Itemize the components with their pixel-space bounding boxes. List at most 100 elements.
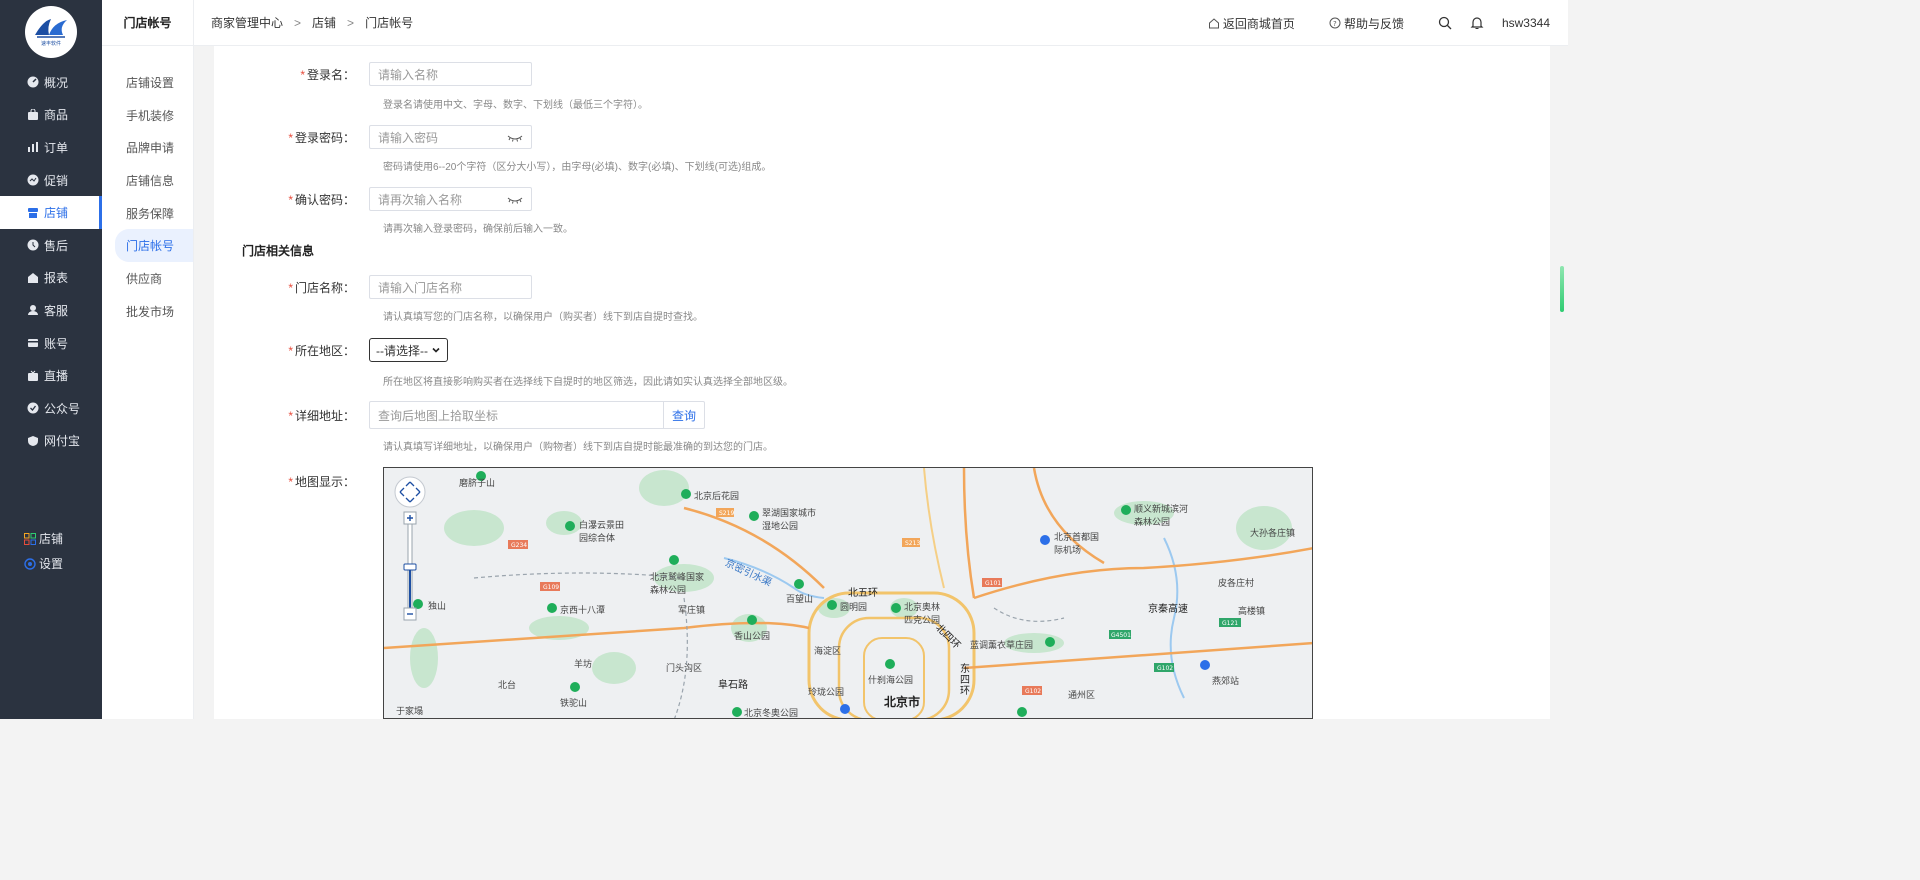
password-hint: 密码请使用6--20个字符（区分大小写），由字母(必填)、数字(必填)、下划线(… xyxy=(383,162,772,173)
nav-item-label: 报表 xyxy=(44,271,69,286)
nav-item-goods[interactable]: 商品 xyxy=(0,99,102,132)
map-label: 阜石路 xyxy=(718,680,748,691)
nav-item-report[interactable]: 报表 xyxy=(0,262,102,295)
nav-item-label: 账号 xyxy=(44,336,69,351)
address-label-text: 详细地址： xyxy=(294,408,355,423)
required-mark: * xyxy=(288,343,293,358)
subnav-item-service-guarantee[interactable]: 服务保障 xyxy=(102,197,193,230)
section-title-store-info: 门店相关信息 xyxy=(242,244,315,258)
nav-item-after-sales[interactable]: 售后 xyxy=(0,229,102,262)
store-name-input[interactable]: 请输入门店名称 xyxy=(369,275,532,299)
map-label: 北台 xyxy=(498,680,517,690)
nav-item-overview[interactable]: 概况 xyxy=(0,66,102,99)
map-zoom-control xyxy=(394,476,426,626)
address-field-group: 查询后地图上拾取坐标 查询 xyxy=(369,401,705,429)
nav-item-label: 网付宝 xyxy=(44,434,81,449)
region-row: * 所在地区： --请选择-- xyxy=(214,338,448,362)
bell-icon[interactable] xyxy=(1470,16,1484,30)
region-select[interactable]: --请选择-- xyxy=(369,338,448,362)
map-label: 东四环 xyxy=(960,664,970,697)
confirm-password-placeholder: 请再次输入名称 xyxy=(378,192,463,207)
confirm-password-input[interactable]: 请再次输入名称 xyxy=(369,187,532,211)
map-label: 百望山 xyxy=(786,594,814,604)
map-label: 北京鹫峰国家森林公园 xyxy=(650,572,705,595)
nav-item-store[interactable]: 店铺 xyxy=(0,196,102,229)
bottom-nav: 店铺 设置 xyxy=(0,526,102,576)
map-label: 羊坊 xyxy=(574,659,593,669)
map-label: 于家塌 xyxy=(396,706,424,716)
user-name[interactable]: hsw3344 xyxy=(1502,16,1550,30)
map-label: 白瀑云景田园综合体 xyxy=(579,520,625,543)
required-mark: * xyxy=(288,280,293,295)
logo-mark-icon xyxy=(35,19,67,38)
breadcrumb-separator: > xyxy=(347,15,355,30)
nav-item-label: 促销 xyxy=(44,173,69,188)
subnav-item-store-settings[interactable]: 店铺设置 xyxy=(102,66,193,99)
top-actions: 返回商城首页 ? 帮助与反馈 hsw3344 xyxy=(1208,0,1568,46)
nav-item-orders[interactable]: 订单 xyxy=(0,131,102,164)
main-nav: 概况 商品 订单 促销 店铺 售后 报表 客服 账号 直播 公众号 网付宝 xyxy=(0,66,102,457)
nav-item-label: 客服 xyxy=(44,303,69,318)
address-input[interactable]: 查询后地图上拾取坐标 xyxy=(370,402,663,428)
nav-item-customer-service[interactable]: 客服 xyxy=(0,294,102,327)
brand-logo[interactable]: 速丰软件 xyxy=(25,6,77,58)
eye-closed-icon[interactable] xyxy=(507,133,523,143)
breadcrumb-item[interactable]: 店铺 xyxy=(312,14,336,31)
support-icon xyxy=(27,304,39,316)
home-icon xyxy=(1208,17,1220,29)
map-label: 香山公园 xyxy=(734,631,771,641)
svg-text:G109: G109 xyxy=(543,584,559,591)
subnav-title: 门店帐号 xyxy=(102,0,193,46)
map-label: 门头沟区 xyxy=(666,663,703,673)
password-input[interactable]: 请输入密码 xyxy=(369,125,532,149)
nav-item-live[interactable]: 直播 xyxy=(0,359,102,392)
region-hint: 所在地区将直接影响购买者在选择线下自提时的地区筛选，因此请如实认真选择全部地区级… xyxy=(383,377,793,388)
map-label: 通州区 xyxy=(1068,690,1096,700)
subnav-item-mobile-decor[interactable]: 手机装修 xyxy=(102,99,193,132)
subnav-item-wholesale-market[interactable]: 批发市场 xyxy=(102,295,193,328)
subnav-item-supplier[interactable]: 供应商 xyxy=(102,262,193,295)
address-hint: 请认真填写详细地址，以确保用户（购物者）线下到店自提时能最准确的到达您的门店。 xyxy=(383,442,773,453)
scroll-indicator[interactable] xyxy=(1560,266,1564,312)
subnav-item-store-account[interactable]: 门店帐号 xyxy=(115,229,193,263)
nav-item-promotion[interactable]: 促销 xyxy=(0,164,102,197)
address-row: * 详细地址： 查询后地图上拾取坐标 查询 xyxy=(214,401,705,429)
svg-text:G101: G101 xyxy=(985,580,1001,587)
nav-item-official-account[interactable]: 公众号 xyxy=(0,392,102,425)
bottom-item-store[interactable]: 店铺 xyxy=(0,526,102,551)
search-icon[interactable] xyxy=(1438,16,1452,30)
nav-item-account[interactable]: 账号 xyxy=(0,327,102,360)
map-label: 北五环 xyxy=(848,588,878,599)
bottom-item-label: 设置 xyxy=(39,557,64,571)
password-placeholder: 请输入密码 xyxy=(378,130,439,145)
confirm-password-hint: 请再次输入登录密码，确保前后输入一致。 xyxy=(383,224,573,235)
eye-closed-icon[interactable] xyxy=(507,195,523,205)
live-icon xyxy=(27,370,39,382)
nav-item-label: 公众号 xyxy=(44,401,81,416)
shield-check-icon xyxy=(27,402,39,414)
map-label: 高楼镇 xyxy=(1238,606,1266,616)
svg-text:S219: S219 xyxy=(719,510,734,517)
subnav-item-brand-apply[interactable]: 品牌申请 xyxy=(102,131,193,164)
query-button[interactable]: 查询 xyxy=(663,402,704,428)
secondary-sidebar: 门店帐号 店铺设置 手机装修 品牌申请 店铺信息 服务保障 门店帐号 供应商 批… xyxy=(102,0,194,719)
breadcrumb-item: 门店帐号 xyxy=(365,16,414,30)
help-feedback-link[interactable]: ? 帮助与反馈 xyxy=(1329,15,1404,32)
return-home-link[interactable]: 返回商城首页 xyxy=(1208,15,1295,32)
nav-item-label: 订单 xyxy=(44,140,69,155)
map-label: 京西十八潭 xyxy=(560,605,606,615)
svg-text:G234: G234 xyxy=(511,542,527,549)
subnav-item-store-info[interactable]: 店铺信息 xyxy=(102,164,193,197)
map-navigation-icon[interactable] xyxy=(394,476,426,626)
chevron-down-icon xyxy=(432,347,440,353)
breadcrumb-item[interactable]: 商家管理中心 xyxy=(211,14,283,31)
breadcrumb: 商家管理中心 > 店铺 > 门店帐号 xyxy=(194,14,413,31)
nav-item-wangfubao[interactable]: 网付宝 xyxy=(0,425,102,458)
map-label-text: 地图显示： xyxy=(294,475,355,489)
login-name-input[interactable]: 请输入名称 xyxy=(369,62,532,86)
map-view[interactable]: G234 G109 S219 S213 G101 G102 G4501 G102… xyxy=(383,467,1313,719)
required-mark: * xyxy=(288,192,293,207)
confirm-password-label-text: 确认密码： xyxy=(294,192,355,207)
svg-text:G102: G102 xyxy=(1157,665,1173,672)
bottom-item-settings[interactable]: 设置 xyxy=(0,551,102,576)
